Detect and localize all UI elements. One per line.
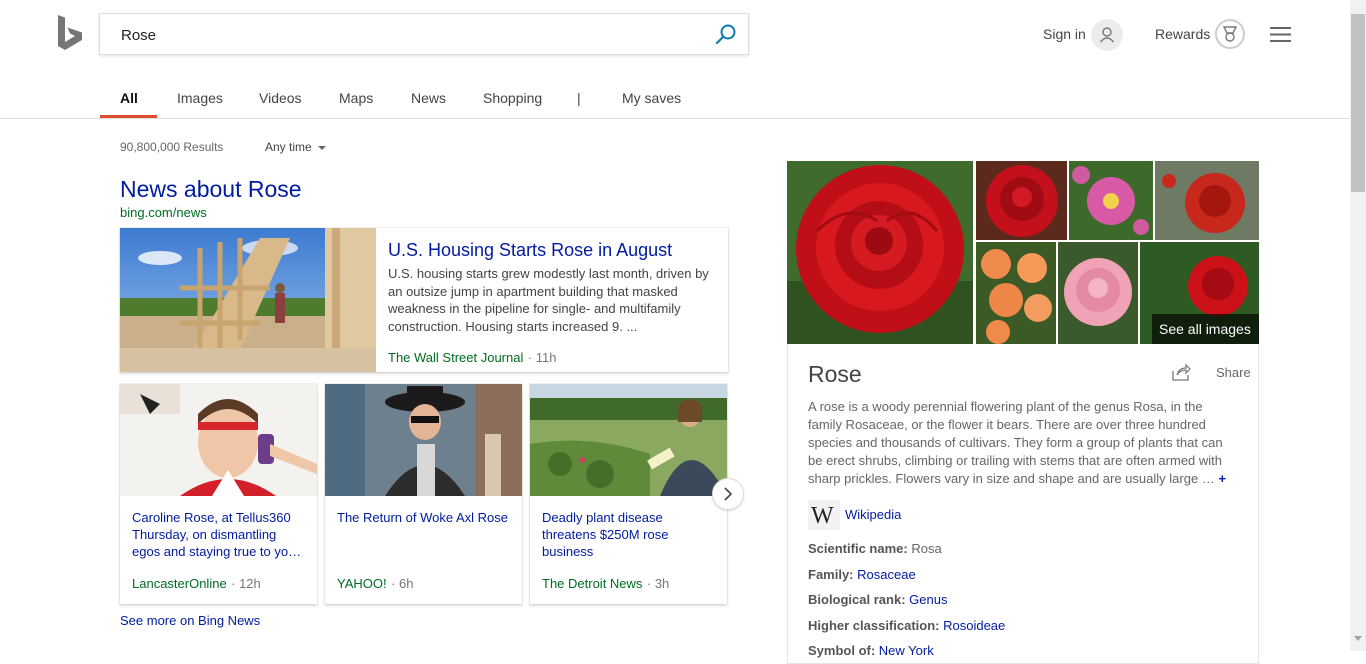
- share-icon[interactable]: [1171, 363, 1191, 381]
- chevron-right-icon: [724, 487, 733, 501]
- tab-my-saves[interactable]: My saves: [622, 90, 681, 106]
- search-box: [99, 13, 749, 55]
- news-source: LancasterOnline: [132, 576, 227, 591]
- news-card-headline[interactable]: The Return of Woke Axl Rose: [337, 509, 512, 526]
- carousel-next-button[interactable]: [712, 478, 744, 510]
- active-tab-indicator: [100, 115, 157, 118]
- hamburger-menu-icon[interactable]: [1270, 26, 1291, 43]
- news-age: · 6h: [391, 576, 414, 591]
- search-input[interactable]: [121, 24, 681, 46]
- fact-label: Biological rank:: [808, 592, 906, 607]
- expand-description-button[interactable]: +: [1218, 471, 1226, 486]
- news-card-3[interactable]: Deadly plant disease threatens $250M ros…: [530, 384, 727, 604]
- news-card-main[interactable]: U.S. Housing Starts Rose in August U.S. …: [120, 228, 728, 372]
- tab-videos[interactable]: Videos: [259, 90, 302, 106]
- news-card-1[interactable]: Caroline Rose, at Tellus360 Thursday, on…: [120, 384, 317, 604]
- time-filter-dropdown[interactable]: Any time: [265, 140, 326, 154]
- news-thumbnail-rose-field: [530, 384, 727, 496]
- rewards-medal-icon[interactable]: [1215, 19, 1245, 49]
- news-thumbnail-axl-rose: [325, 384, 522, 496]
- results-count: 90,800,000 Results: [120, 140, 224, 154]
- tab-shopping[interactable]: Shopping: [483, 90, 542, 106]
- news-card-2[interactable]: The Return of Woke Axl Rose YAHOO! · 6h: [325, 384, 522, 604]
- avatar-icon[interactable]: [1091, 19, 1123, 51]
- see-all-images-button[interactable]: See all images: [1152, 314, 1259, 344]
- time-filter-label: Any time: [265, 140, 312, 154]
- fact-value-link[interactable]: Genus: [909, 592, 947, 607]
- share-button[interactable]: Share: [1216, 365, 1251, 380]
- kp-description: A rose is a woody perennial flowering pl…: [808, 398, 1233, 488]
- news-card-headline[interactable]: Deadly plant disease threatens $250M ros…: [542, 509, 717, 560]
- kp-image-pink-rose[interactable]: [1058, 242, 1138, 344]
- svg-text:W: W: [811, 503, 834, 529]
- tab-images[interactable]: Images: [177, 90, 223, 106]
- news-source: The Wall Street Journal: [388, 350, 524, 365]
- wikipedia-logo-icon: W: [808, 500, 840, 530]
- knowledge-panel: Rose Share A rose is a woody perennial f…: [787, 344, 1259, 664]
- news-card-meta: The Detroit News · 3h: [542, 575, 669, 593]
- fact-value: Rosa: [911, 541, 942, 556]
- news-card-meta: YAHOO! · 6h: [337, 575, 413, 593]
- news-card-headline[interactable]: Caroline Rose, at Tellus360 Thursday, on…: [132, 509, 307, 560]
- news-age: · 3h: [646, 576, 670, 591]
- news-thumbnail-construction: [120, 228, 376, 372]
- fact-higher-classification: Higher classification: Rosoideae: [808, 618, 1005, 633]
- fact-label: Scientific name:: [808, 541, 908, 556]
- see-more-news-link[interactable]: See more on Bing News: [120, 613, 260, 628]
- news-age: · 11h: [527, 350, 557, 365]
- news-section-title[interactable]: News about Rose: [120, 176, 302, 203]
- tab-all[interactable]: All: [120, 90, 138, 106]
- news-main-snippet: U.S. housing starts grew modestly last m…: [388, 266, 709, 334]
- news-source: YAHOO!: [337, 576, 387, 591]
- fact-scientific-name: Scientific name: Rosa: [808, 541, 942, 556]
- kp-description-text: A rose is a woody perennial flowering pl…: [808, 399, 1223, 486]
- news-card-meta: LancasterOnline · 12h: [132, 575, 261, 593]
- chevron-down-icon: [317, 145, 326, 150]
- scrollbar-thumb[interactable]: [1351, 14, 1365, 192]
- kp-image-pink-wild-rose[interactable]: [1069, 161, 1153, 240]
- fact-label: Higher classification:: [808, 618, 940, 633]
- kp-image-red-rose[interactable]: [976, 161, 1067, 240]
- search-icon[interactable]: [714, 23, 738, 47]
- news-main-headline[interactable]: U.S. Housing Starts Rose in August: [388, 240, 672, 261]
- news-age: · 12h: [231, 576, 261, 591]
- wikipedia-link[interactable]: Wikipedia: [845, 507, 901, 522]
- news-section-url: bing.com/news: [120, 205, 207, 220]
- news-main-meta: The Wall Street Journal · 11h: [388, 349, 556, 367]
- page-scrollbar[interactable]: [1350, 0, 1366, 651]
- header: Sign in Rewards: [0, 0, 1350, 70]
- kp-title: Rose: [808, 361, 862, 387]
- tab-news[interactable]: News: [411, 90, 446, 106]
- rewards-link[interactable]: Rewards: [1155, 26, 1210, 42]
- kp-image-red-rose-garden[interactable]: [1155, 161, 1259, 240]
- news-source: The Detroit News: [542, 576, 643, 591]
- sign-in-link[interactable]: Sign in: [1043, 26, 1086, 42]
- kp-image-orange-roses[interactable]: [976, 242, 1056, 344]
- scope-tabs: All Images Videos Maps News Shopping | M…: [0, 80, 1350, 119]
- kp-image-red-rose-large[interactable]: [787, 161, 973, 344]
- fact-value-link[interactable]: Rosoideae: [943, 618, 1005, 633]
- news-thumbnail-caroline-rose: [120, 384, 317, 496]
- tab-separator: |: [577, 90, 581, 106]
- fact-family: Family: Rosaceae: [808, 567, 916, 582]
- scroll-down-arrow-icon[interactable]: [1354, 636, 1362, 641]
- tab-maps[interactable]: Maps: [339, 90, 373, 106]
- fact-label: Family:: [808, 567, 854, 582]
- fact-value-link[interactable]: Rosaceae: [857, 567, 916, 582]
- fact-biological-rank: Biological rank: Genus: [808, 592, 947, 607]
- bing-logo-icon[interactable]: [56, 15, 86, 53]
